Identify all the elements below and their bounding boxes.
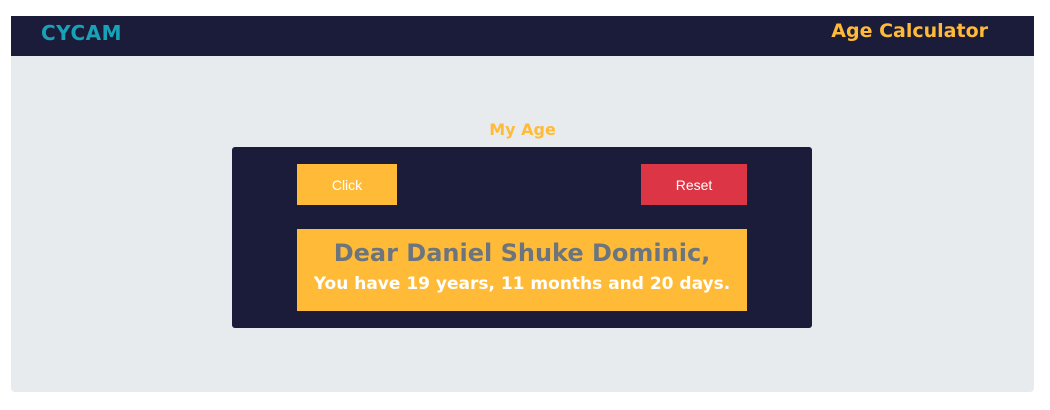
age-result: Dear Daniel Shuke Dominic, You have 19 y… bbox=[297, 229, 747, 311]
app-container: CYCAM Age Calculator My Age Click Reset … bbox=[11, 16, 1034, 392]
brand-logo[interactable]: CYCAM bbox=[41, 16, 122, 50]
greeting-text: Dear Daniel Shuke Dominic, bbox=[333, 239, 711, 267]
click-button[interactable]: Click bbox=[297, 164, 397, 205]
reset-button[interactable]: Reset bbox=[641, 164, 747, 205]
navbar-title: Age Calculator bbox=[831, 20, 988, 42]
section-title: My Age bbox=[489, 120, 556, 139]
navbar: CYCAM Age Calculator bbox=[11, 16, 1034, 56]
age-text: You have 19 years, 11 months and 20 days… bbox=[313, 274, 731, 294]
age-card: Click Reset Dear Daniel Shuke Dominic, Y… bbox=[232, 147, 812, 328]
